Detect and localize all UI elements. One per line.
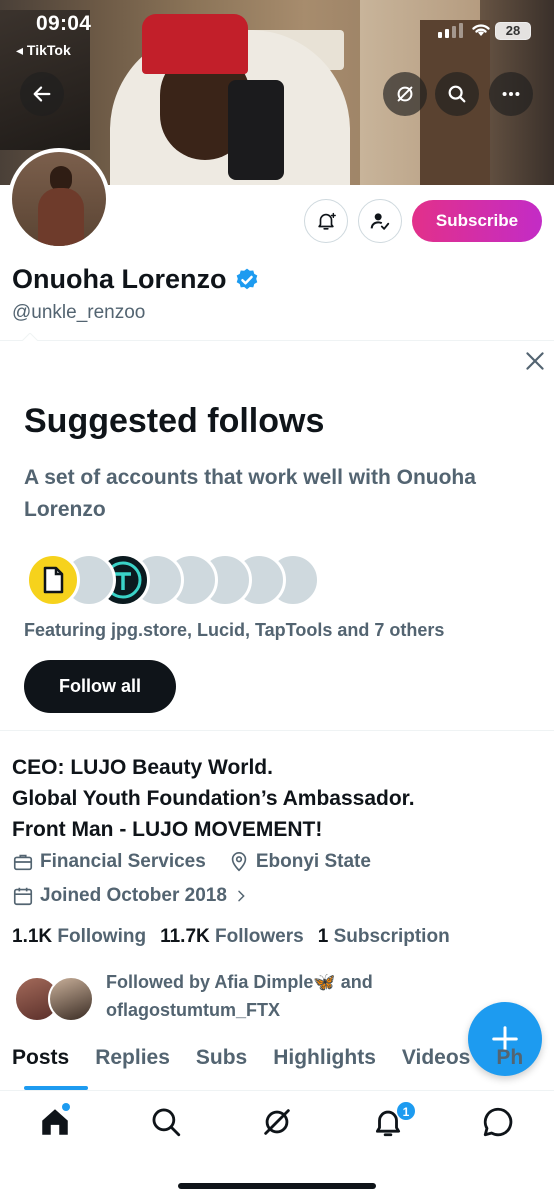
following-label: Following — [57, 926, 147, 947]
briefcase-icon — [13, 854, 33, 871]
profile-name: Onuoha Lorenzo — [12, 264, 227, 294]
tab-videos[interactable]: Videos — [402, 1046, 470, 1070]
nav-messages[interactable] — [481, 1105, 515, 1139]
profile-category[interactable]: Financial Services — [40, 851, 206, 873]
following-count: 1.1K — [12, 926, 53, 947]
profile-avatar[interactable] — [8, 148, 110, 250]
followers-label: Followers — [215, 926, 304, 947]
search-icon — [448, 85, 466, 103]
suggested-subtitle: A set of accounts that work well with On… — [24, 466, 476, 521]
back-to-app-link[interactable]: ◂ TikTok — [16, 42, 71, 59]
more-button[interactable] — [489, 72, 533, 116]
profile-meta-row: Financial Services Ebonyi State — [12, 851, 371, 873]
tab-photos[interactable]: Ph — [496, 1046, 523, 1070]
profile-joined-date: Joined October 2018 — [40, 885, 227, 906]
home-unread-dot — [62, 1103, 70, 1111]
subscribe-button[interactable]: Subscribe — [412, 200, 542, 242]
follow-all-button[interactable]: Follow all — [24, 660, 176, 713]
joined-row[interactable]: Joined October 2018 — [12, 885, 249, 907]
messages-icon — [483, 1107, 513, 1137]
wifi-icon — [472, 24, 490, 36]
more-icon — [502, 91, 520, 97]
follow-counts: 1.1K Following 11.7K Followers 1 Subscri… — [12, 926, 450, 948]
section-divider — [0, 730, 554, 731]
tab-replies[interactable]: Replies — [95, 1046, 170, 1070]
tab-subs[interactable]: Subs — [196, 1046, 247, 1070]
avatar-suit — [38, 188, 84, 246]
grok-icon — [264, 1109, 290, 1135]
notification-bell-icon — [318, 212, 336, 230]
document-logo-icon — [43, 566, 64, 594]
notifications-toggle-button[interactable] — [304, 199, 348, 243]
close-icon[interactable] — [522, 348, 548, 374]
follower-avatar — [48, 976, 94, 1022]
bio-line: Global Youth Foundation’s Ambassador. — [12, 787, 415, 810]
profile-bio: CEO: LUJO Beauty World. Global Youth Fou… — [12, 752, 415, 845]
banner-phone — [228, 80, 284, 180]
subscription-count: 1 — [317, 926, 329, 947]
subscription-count-link[interactable]: 1 Subscription — [318, 926, 450, 948]
following-status-button[interactable] — [358, 199, 402, 243]
profile-handle: @unkle_renzoo — [12, 302, 146, 323]
nav-search[interactable] — [149, 1105, 183, 1139]
jpg-store-avatar — [26, 553, 80, 607]
suggested-title: Suggested follows — [24, 402, 325, 440]
back-arrow-icon — [33, 86, 51, 102]
section-divider — [0, 340, 554, 341]
search-button[interactable] — [435, 72, 479, 116]
battery-indicator: 28 — [495, 22, 531, 40]
profile-location: Ebonyi State — [255, 851, 371, 872]
bio-line: Front Man - LUJO MOVEMENT! — [12, 818, 323, 841]
card-pointer — [22, 333, 38, 341]
user-check-icon — [370, 213, 390, 230]
followed-by-text[interactable]: Followed by Afia Dimple🦋 and oflagostumt… — [106, 968, 436, 1024]
featuring-text: Featuring jpg.store, Lucid, TapTools and… — [24, 620, 445, 640]
subscription-label: Subscription — [333, 926, 450, 947]
location-pin-icon — [231, 852, 247, 872]
following-count-link[interactable]: 1.1K Following — [12, 926, 146, 948]
chevron-right-icon — [238, 890, 245, 902]
back-button[interactable] — [20, 72, 64, 116]
profile-name-row: Onuoha Lorenzo — [12, 264, 260, 295]
profile-tabs: Posts Replies Subs Highlights Videos Ph — [12, 1046, 523, 1070]
grok-icon — [397, 86, 413, 102]
tab-posts[interactable]: Posts — [12, 1046, 69, 1070]
verified-badge-icon[interactable] — [234, 267, 260, 293]
followed-by-prefix: Followed by Afia Dimple — [106, 972, 314, 992]
cellular-signal-icon — [438, 23, 463, 38]
nav-grok[interactable] — [260, 1105, 294, 1139]
suggested-avatar-stack[interactable] — [26, 553, 346, 607]
tab-highlights[interactable]: Highlights — [273, 1046, 376, 1070]
calendar-icon — [13, 887, 33, 906]
status-bar: 09:04 ◂ TikTok 28 — [0, 0, 554, 60]
home-indicator — [178, 1183, 376, 1189]
status-time: 09:04 — [36, 12, 92, 35]
grok-button[interactable] — [383, 72, 427, 116]
search-icon — [152, 1108, 181, 1137]
notification-badge: 1 — [396, 1101, 416, 1121]
followers-count-link[interactable]: 11.7K Followers — [160, 926, 304, 948]
bio-line: CEO: LUJO Beauty World. — [12, 756, 273, 779]
butterfly-emoji: 🦋 — [313, 972, 336, 992]
followers-count: 11.7K — [160, 926, 210, 947]
bottom-navigation: 1 — [0, 1090, 554, 1200]
